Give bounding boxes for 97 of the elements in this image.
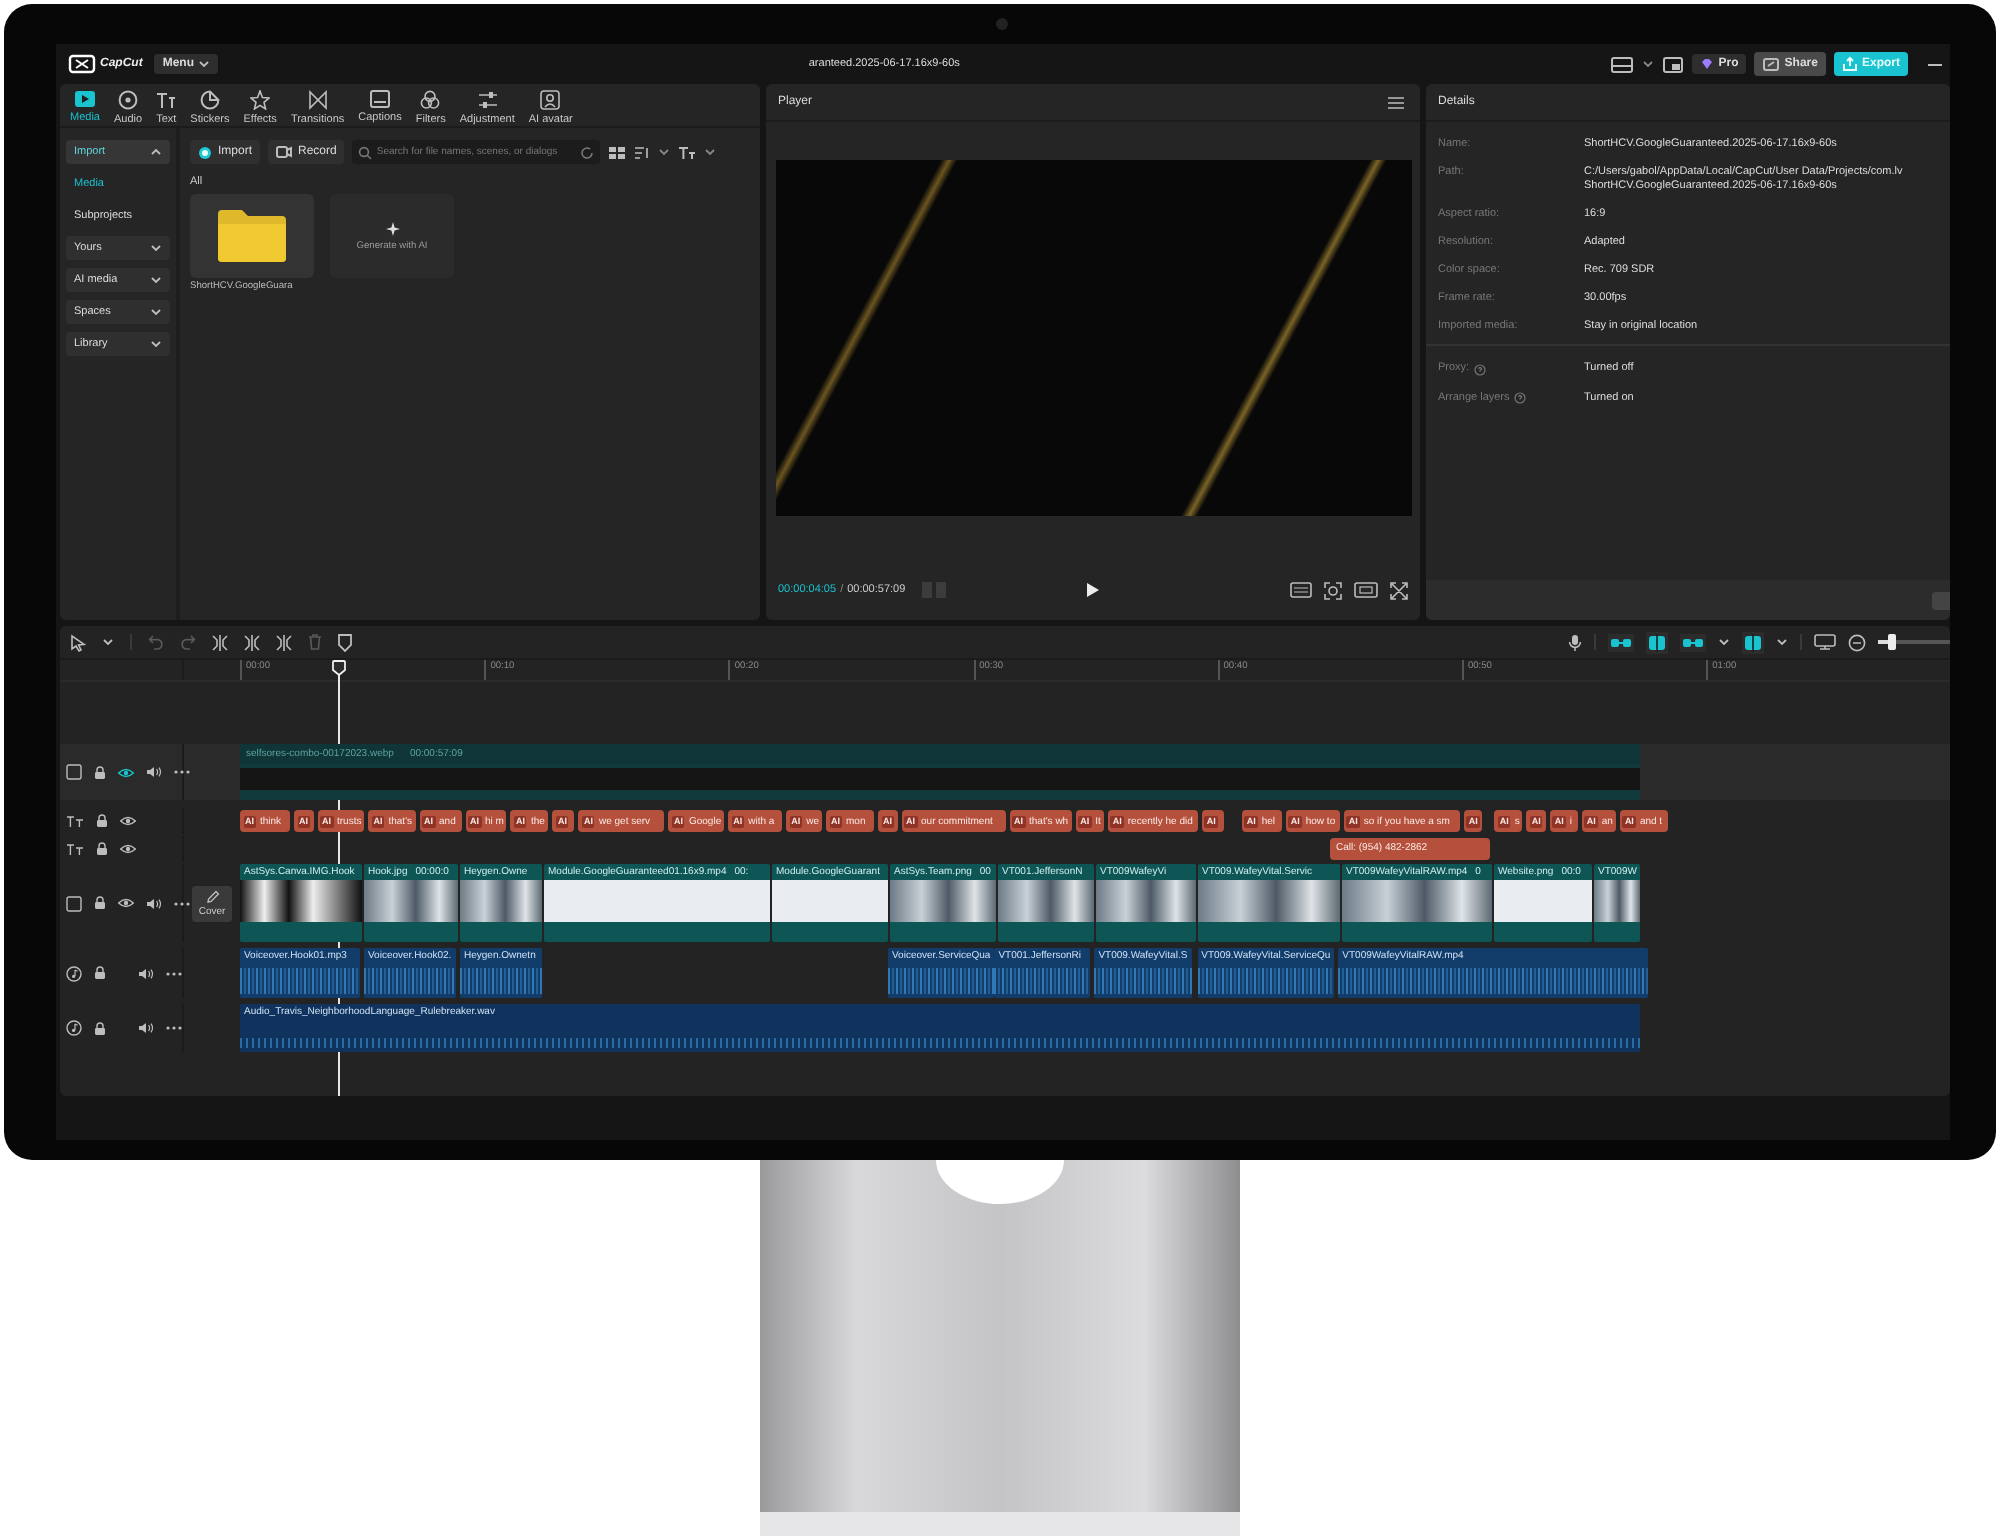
folder-icon (216, 208, 288, 264)
lock-icon[interactable] (94, 966, 106, 980)
waveform (1197, 968, 1335, 994)
split-left-icon[interactable] (244, 633, 260, 651)
waveform (994, 968, 1091, 994)
caret-icon (198, 58, 211, 70)
lock-icon[interactable] (94, 1021, 106, 1035)
pointer-icon[interactable] (70, 633, 86, 651)
media-icon (73, 90, 96, 108)
thumbnail-placeholder (1096, 880, 1196, 922)
caret-icon[interactable] (658, 146, 671, 158)
minimize-icon[interactable] (1928, 61, 1942, 67)
caret-icon (150, 338, 162, 350)
track-box-icon[interactable] (66, 764, 82, 780)
waveform (460, 968, 542, 994)
grid-view-icon[interactable] (608, 145, 627, 159)
split-right-icon[interactable] (276, 633, 292, 651)
pencil-icon (205, 889, 219, 903)
waveform (888, 968, 995, 994)
gem-icon (1700, 58, 1715, 70)
refresh-icon[interactable] (580, 145, 595, 159)
camera-dot (996, 18, 1008, 30)
thumbnail-placeholder (364, 880, 458, 922)
avatar-icon (540, 90, 561, 110)
eye-icon[interactable] (120, 844, 136, 854)
help-icon[interactable] (1513, 392, 1526, 404)
monitor-icon[interactable] (1662, 55, 1685, 73)
thumbnail-placeholder (240, 880, 362, 922)
eye-icon[interactable] (118, 767, 134, 777)
caret-icon (150, 242, 162, 254)
audio-track-icon[interactable] (66, 1020, 82, 1036)
text-track-icon[interactable] (66, 815, 84, 827)
microphone-icon[interactable] (1568, 633, 1582, 651)
fit-icon[interactable] (1324, 581, 1342, 599)
zoom-out-icon[interactable] (1848, 633, 1866, 651)
eye-icon[interactable] (118, 898, 134, 908)
help-icon[interactable] (1473, 363, 1486, 375)
speaker-icon[interactable] (146, 897, 162, 909)
thumbnail-placeholder (998, 880, 1094, 922)
transitions-icon (307, 90, 328, 110)
caret-icon (150, 146, 162, 158)
speaker-icon[interactable] (138, 967, 154, 979)
app-logo-icon (68, 54, 96, 74)
caret-icon[interactable] (102, 636, 114, 648)
menu-icon[interactable] (1388, 95, 1404, 109)
adjustment-icon (477, 90, 498, 110)
marker-icon[interactable] (338, 633, 352, 651)
text-track-icon[interactable] (66, 843, 84, 855)
sort-icon[interactable] (634, 145, 651, 159)
layout-icon[interactable] (1610, 55, 1635, 73)
speaker-icon[interactable] (146, 766, 162, 778)
caret-icon (150, 274, 162, 286)
magnet-icon[interactable] (1742, 631, 1764, 653)
folder-card[interactable] (190, 194, 314, 278)
slider-thumb[interactable] (1888, 634, 1897, 650)
dot-icon (198, 145, 212, 159)
lock-icon[interactable] (94, 765, 106, 779)
caret-icon (150, 306, 162, 318)
waveform (1094, 968, 1192, 994)
sparkle-icon (385, 221, 399, 235)
aspect-icon[interactable] (1354, 582, 1378, 598)
caret-icon[interactable] (1718, 636, 1730, 648)
thumbnail-placeholder (1198, 880, 1340, 922)
magnet-icon[interactable] (1646, 631, 1668, 653)
filters-icon (420, 90, 441, 110)
caret-icon[interactable] (1776, 636, 1788, 648)
caret-icon[interactable] (704, 146, 717, 158)
link-icon[interactable] (1680, 633, 1706, 651)
speaker-icon[interactable] (138, 1022, 154, 1034)
eye-icon[interactable] (120, 816, 136, 826)
captions-icon (370, 90, 390, 108)
text-size-icon[interactable] (678, 145, 697, 159)
text-icon (156, 90, 177, 110)
search-icon (358, 145, 373, 159)
audio-track-icon[interactable] (66, 965, 82, 981)
export-icon (1841, 56, 1858, 72)
camera-icon (276, 146, 293, 158)
play-icon (1086, 582, 1100, 598)
lock-icon[interactable] (96, 842, 108, 856)
stickers-icon (199, 90, 220, 110)
playhead-handle[interactable] (332, 660, 346, 676)
caret-icon[interactable] (1642, 58, 1655, 70)
split-icon[interactable] (212, 633, 228, 651)
link-icon[interactable] (1608, 633, 1634, 651)
track-box-icon[interactable] (66, 895, 82, 911)
waveform (364, 968, 456, 994)
ratio-icon[interactable] (1290, 582, 1312, 598)
play-button[interactable] (1086, 582, 1100, 598)
audio-icon (118, 90, 139, 110)
thumbnail-placeholder (890, 880, 996, 922)
waveform (240, 968, 360, 994)
effects-icon (250, 90, 271, 110)
lock-icon[interactable] (96, 814, 108, 828)
fullscreen-icon[interactable] (1390, 581, 1408, 599)
lock-icon[interactable] (94, 896, 106, 910)
preview-icon[interactable] (1814, 634, 1836, 650)
share-icon (1762, 56, 1781, 72)
